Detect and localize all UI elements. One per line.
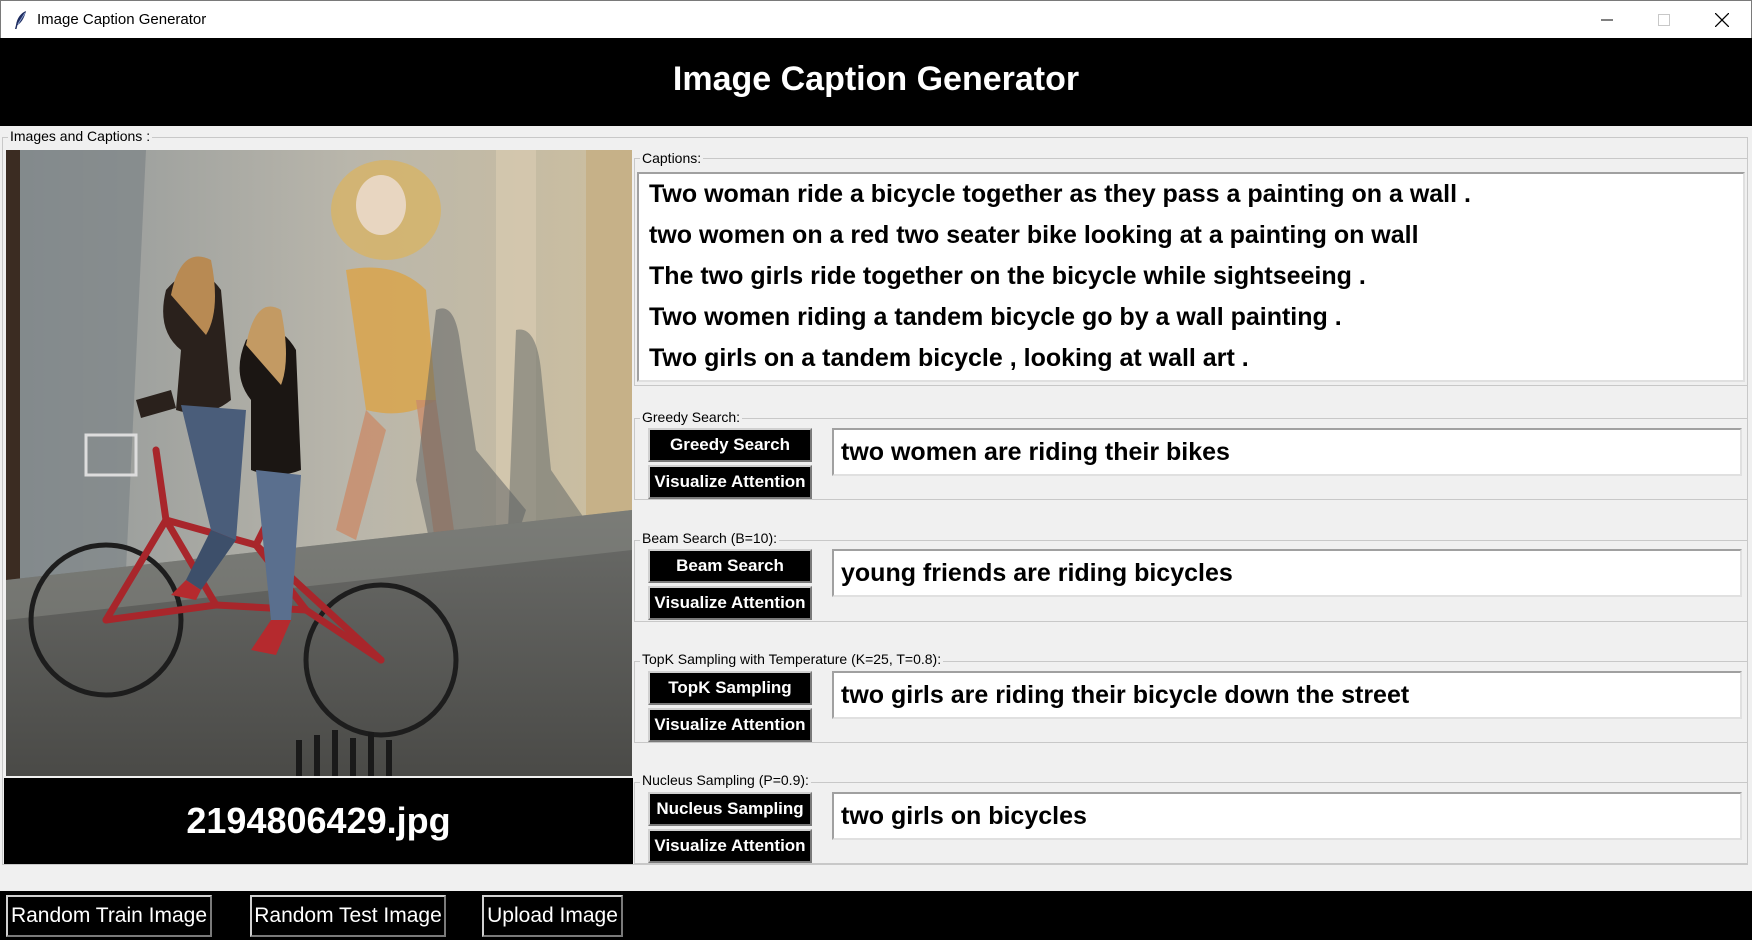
close-button[interactable] (1693, 1, 1751, 39)
random-test-image-button[interactable]: Random Test Image (250, 895, 446, 937)
feather-icon (15, 11, 26, 29)
minimize-icon (1601, 19, 1613, 21)
photo-illustration (6, 150, 632, 776)
greedy-search-result[interactable]: two women are riding their bikes (832, 428, 1742, 476)
window-titlebar: Image Caption Generator (0, 0, 1752, 38)
maximize-button[interactable] (1635, 1, 1693, 39)
caption-line: two women on a red two seater bike looki… (649, 221, 1419, 249)
nucleus-sampling-legend: Nucleus Sampling (P=0.9): (640, 772, 811, 788)
topk-sampling-button[interactable]: TopK Sampling (648, 671, 812, 705)
caption-line: Two woman ride a bicycle together as the… (649, 180, 1471, 208)
maximize-icon (1658, 14, 1670, 26)
topk-sampling-legend: TopK Sampling with Temperature (K=25, T=… (640, 651, 944, 667)
nucleus-visualize-attention-button[interactable]: Visualize Attention (648, 829, 812, 863)
caption-line: The two girls ride together on the bicyc… (649, 262, 1366, 290)
close-icon (1715, 13, 1729, 27)
greedy-search-legend: Greedy Search: (640, 409, 743, 425)
captions-textbox[interactable]: Two woman ride a bicycle together as the… (637, 172, 1745, 382)
greedy-search-button[interactable]: Greedy Search (648, 428, 812, 462)
window-title: Image Caption Generator (37, 11, 207, 28)
greedy-search-result-text: two women are riding their bikes (841, 438, 1230, 466)
captions-legend: Captions: (640, 150, 704, 166)
beam-visualize-attention-button[interactable]: Visualize Attention (648, 586, 812, 620)
topk-visualize-attention-button[interactable]: Visualize Attention (648, 708, 812, 742)
image-filename: 2194806429.jpg (186, 800, 451, 841)
beam-search-button[interactable]: Beam Search (648, 549, 812, 583)
caption-line: Two girls on a tandem bicycle , looking … (649, 344, 1249, 372)
nucleus-sampling-result-text: two girls on bicycles (841, 802, 1087, 830)
upload-image-button[interactable]: Upload Image (482, 895, 623, 937)
topk-sampling-result-text: two girls are riding their bicycle down … (841, 681, 1410, 709)
caption-image (6, 150, 632, 776)
random-train-image-button[interactable]: Random Train Image (6, 895, 212, 937)
nucleus-sampling-button[interactable]: Nucleus Sampling (648, 792, 812, 826)
nucleus-sampling-result[interactable]: two girls on bicycles (832, 792, 1742, 840)
header-banner: Image Caption Generator (0, 38, 1752, 126)
greedy-visualize-attention-button[interactable]: Visualize Attention (648, 465, 812, 499)
beam-search-result[interactable]: young friends are riding bicycles (832, 549, 1742, 597)
filename-panel: 2194806429.jpg (4, 778, 633, 864)
beam-search-legend: Beam Search (B=10): (640, 530, 780, 546)
topk-sampling-result[interactable]: two girls are riding their bicycle down … (832, 671, 1742, 719)
minimize-button[interactable] (1578, 1, 1636, 39)
page-title: Image Caption Generator (672, 60, 1080, 98)
caption-line: Two women riding a tandem bicycle go by … (649, 303, 1342, 331)
images-and-captions-legend: Images and Captions : (8, 128, 153, 144)
beam-search-result-text: young friends are riding bicycles (841, 559, 1233, 587)
